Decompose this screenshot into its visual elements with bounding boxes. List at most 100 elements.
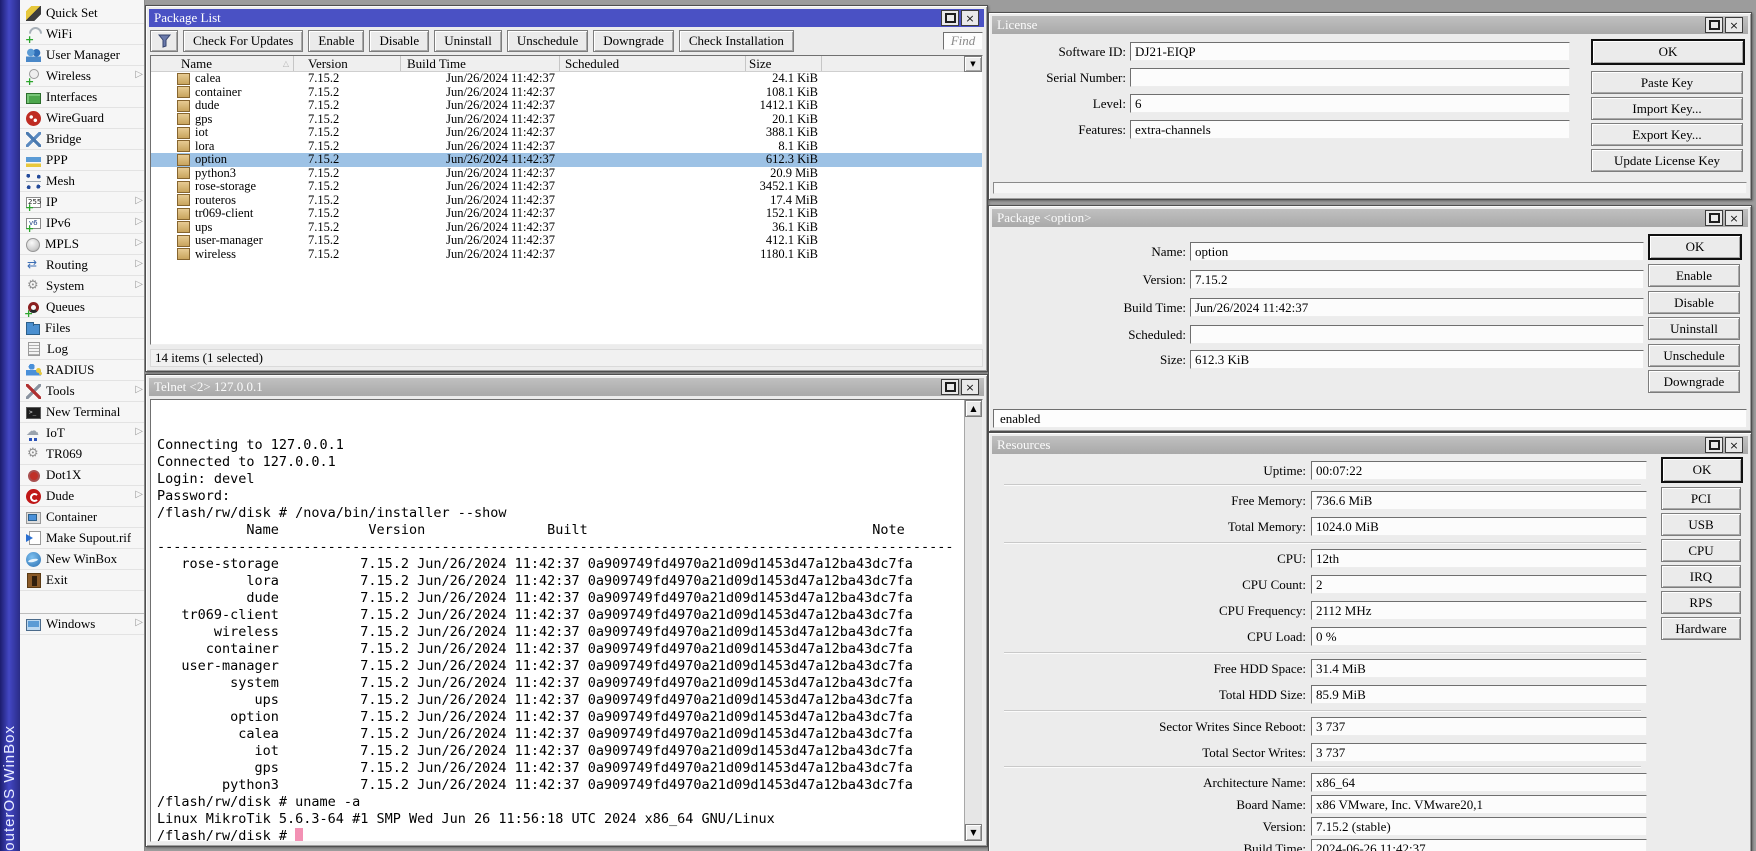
export-key-button[interactable]: Export Key... <box>1591 123 1743 146</box>
total-hdd-size-field[interactable]: 85.9 MiB <box>1311 685 1647 704</box>
column-header-version[interactable]: Version <box>294 56 401 71</box>
sidebar-item-mpls[interactable]: MPLS▷ <box>20 234 144 255</box>
sidebar-item-wifi[interactable]: WiFi <box>20 24 144 45</box>
close-icon[interactable]: × <box>961 379 979 395</box>
enable-button[interactable]: Enable <box>1648 264 1740 287</box>
cpu-frequency-field[interactable]: 2112 MHz <box>1311 601 1647 620</box>
size-field[interactable]: 612.3 KiB <box>1190 350 1644 369</box>
sidebar-item-bridge[interactable]: Bridge <box>20 129 144 150</box>
uninstall-button[interactable]: Uninstall <box>1648 317 1740 340</box>
column-header-scheduled[interactable]: Scheduled <box>560 56 746 71</box>
column-header-name[interactable]: Name△ <box>151 56 294 71</box>
architecture-name-field[interactable]: x86_64 <box>1311 773 1647 792</box>
sidebar-item-tools[interactable]: Tools▷ <box>20 381 144 402</box>
scroll-up-icon[interactable]: ▲ <box>965 400 982 417</box>
usb-button[interactable]: USB <box>1661 513 1741 536</box>
table-row[interactable]: container7.15.2Jun/26/2024 11:42:37108.1… <box>151 86 982 100</box>
close-icon[interactable]: × <box>961 10 979 26</box>
sidebar-item-ppp[interactable]: PPP <box>20 150 144 171</box>
features-field[interactable]: extra-channels <box>1130 120 1570 139</box>
downgrade-button[interactable]: Downgrade <box>1648 370 1740 393</box>
enable-button[interactable]: Enable <box>308 30 364 52</box>
table-row[interactable]: routeros7.15.2Jun/26/2024 11:42:3717.4 M… <box>151 194 982 208</box>
disable-button[interactable]: Disable <box>1648 291 1740 314</box>
sidebar-item-new-winbox[interactable]: New WinBox <box>20 549 144 570</box>
total-memory-field[interactable]: 1024.0 MiB <box>1311 517 1647 536</box>
maximize-icon[interactable] <box>1705 17 1723 33</box>
sidebar-item-dude[interactable]: Dude▷ <box>20 486 144 507</box>
board-name-field[interactable]: x86 VMware, Inc. VMware20,1 <box>1311 795 1647 814</box>
sidebar-item-windows[interactable]: Windows▷ <box>20 614 144 635</box>
hardware-button[interactable]: Hardware <box>1661 617 1741 640</box>
sidebar-item-quick-set[interactable]: Quick Set <box>20 3 144 24</box>
table-row[interactable]: ups7.15.2Jun/26/2024 11:42:3736.1 KiB <box>151 221 982 235</box>
sidebar-item-ip[interactable]: IP▷ <box>20 192 144 213</box>
table-row[interactable]: iot7.15.2Jun/26/2024 11:42:37388.1 KiB <box>151 126 982 140</box>
uninstall-button[interactable]: Uninstall <box>434 30 502 52</box>
ok-button[interactable]: OK <box>1661 457 1743 483</box>
sidebar-item-routing[interactable]: Routing▷ <box>20 255 144 276</box>
table-row[interactable]: tr069-client7.15.2Jun/26/2024 11:42:3715… <box>151 207 982 221</box>
sidebar-item-queues[interactable]: Queues <box>20 297 144 318</box>
free-memory-field[interactable]: 736.6 MiB <box>1311 491 1647 510</box>
table-row-selected[interactable]: option7.15.2Jun/26/2024 11:42:37612.3 Ki… <box>151 153 982 167</box>
sidebar-item-ipv6[interactable]: IPv6▷ <box>20 213 144 234</box>
table-row[interactable]: calea7.15.2Jun/26/2024 11:42:3724.1 KiB <box>151 72 982 86</box>
sidebar-item-system[interactable]: System▷ <box>20 276 144 297</box>
unschedule-button[interactable]: Unschedule <box>507 30 588 52</box>
license-titlebar[interactable]: License × <box>992 16 1748 34</box>
cpu-count-field[interactable]: 2 <box>1311 575 1647 594</box>
cpu-load-field[interactable]: 0 % <box>1311 627 1647 646</box>
rps-button[interactable]: RPS <box>1661 591 1741 614</box>
table-row[interactable]: dude7.15.2Jun/26/2024 11:42:371412.1 KiB <box>151 99 982 113</box>
package-list-titlebar[interactable]: Package List × <box>149 9 984 27</box>
import-key-button[interactable]: Import Key... <box>1591 97 1743 120</box>
sidebar-item-mesh[interactable]: Mesh <box>20 171 144 192</box>
sector-writes-since-reboot-field[interactable]: 3 737 <box>1311 717 1647 736</box>
table-row[interactable]: user-manager7.15.2Jun/26/2024 11:42:3741… <box>151 234 982 248</box>
telnet-titlebar[interactable]: Telnet <2> 127.0.0.1 × <box>149 378 984 396</box>
total-sector-writes-field[interactable]: 3 737 <box>1311 743 1647 762</box>
close-icon[interactable]: × <box>1725 210 1743 226</box>
column-header-size[interactable]: Size <box>746 56 822 71</box>
pci-button[interactable]: PCI <box>1661 487 1741 510</box>
paste-key-button[interactable]: Paste Key <box>1591 71 1743 94</box>
terminal-output[interactable]: Connecting to 127.0.0.1 Connected to 127… <box>157 403 962 841</box>
cpu-field[interactable]: 12th <box>1311 549 1647 568</box>
cpu-button[interactable]: CPU <box>1661 539 1741 562</box>
uptime-field[interactable]: 00:07:22 <box>1311 461 1647 480</box>
disable-button[interactable]: Disable <box>369 30 429 52</box>
scheduled-field[interactable] <box>1190 325 1644 344</box>
sidebar-item-wireguard[interactable]: WireGuard <box>20 108 144 129</box>
build-time-field[interactable]: Jun/26/2024 11:42:37 <box>1190 298 1644 317</box>
unschedule-button[interactable]: Unschedule <box>1648 344 1740 367</box>
downgrade-button[interactable]: Downgrade <box>593 30 674 52</box>
software-id-field[interactable]: DJ21-EIQP <box>1130 42 1570 61</box>
sidebar-item-tr069[interactable]: TR069 <box>20 444 144 465</box>
sidebar-item-iot[interactable]: IoT▷ <box>20 423 144 444</box>
column-header-build-time[interactable]: Build Time <box>401 56 560 71</box>
sidebar-item-exit[interactable]: Exit <box>20 570 144 591</box>
sidebar-item-container[interactable]: Container <box>20 507 144 528</box>
table-row[interactable]: python37.15.2Jun/26/2024 11:42:3720.9 Mi… <box>151 167 982 181</box>
sidebar-item-wireless[interactable]: Wireless▷ <box>20 66 144 87</box>
version-field[interactable]: 7.15.2 <box>1190 270 1644 289</box>
resources-titlebar[interactable]: Resources × <box>992 436 1748 454</box>
name-field[interactable]: option <box>1190 242 1644 261</box>
scroll-down-icon[interactable]: ▼ <box>965 824 982 841</box>
check-for-updates-button[interactable]: Check For Updates <box>183 30 303 52</box>
sidebar-item-new-terminal[interactable]: New Terminal <box>20 402 144 423</box>
free-hdd-space-field[interactable]: 31.4 MiB <box>1311 659 1647 678</box>
build-time-field[interactable]: 2024-06-26 11:42:37 <box>1311 839 1647 851</box>
sidebar-item-interfaces[interactable]: Interfaces <box>20 87 144 108</box>
column-chooser-dropdown[interactable]: ▼ <box>964 56 982 72</box>
maximize-icon[interactable] <box>941 379 959 395</box>
sidebar-item-radius[interactable]: RADIUS <box>20 360 144 381</box>
table-row[interactable]: rose-storage7.15.2Jun/26/2024 11:42:3734… <box>151 180 982 194</box>
ok-button[interactable]: OK <box>1591 39 1745 65</box>
ok-button[interactable]: OK <box>1648 234 1742 260</box>
table-row[interactable]: gps7.15.2Jun/26/2024 11:42:3720.1 KiB <box>151 113 982 127</box>
sidebar-item-log[interactable]: Log <box>20 339 144 360</box>
maximize-icon[interactable] <box>941 10 959 26</box>
sidebar-item-dot1x[interactable]: Dot1X <box>20 465 144 486</box>
